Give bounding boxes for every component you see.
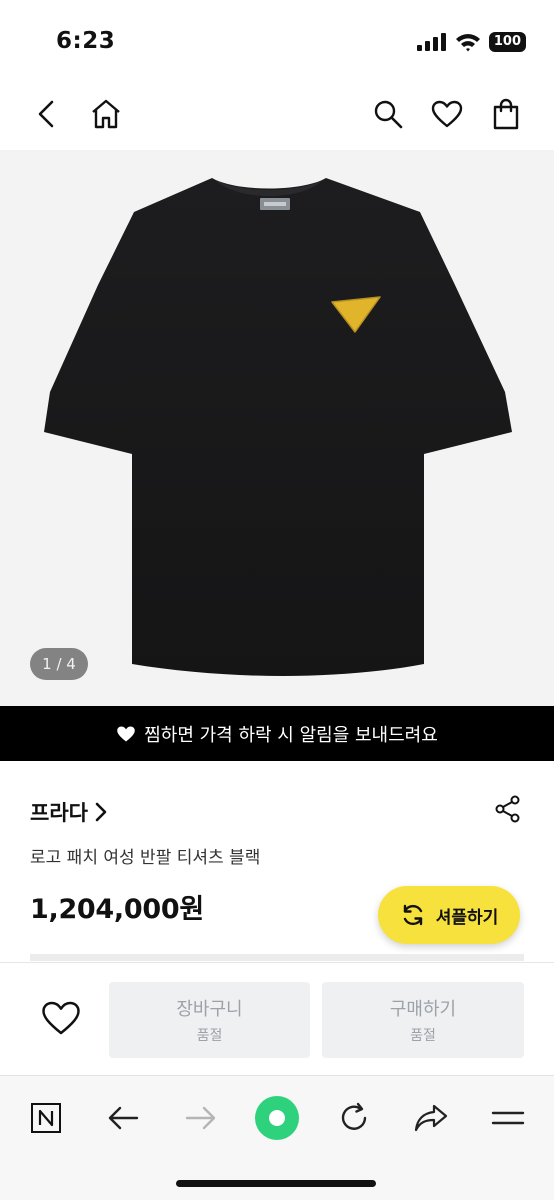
shuffle-label: 셔플하기 [435, 907, 499, 928]
cart-label: 장바구니 [176, 999, 243, 1020]
status-time: 6:23 [56, 28, 116, 54]
product-name: 로고 패치 여성 반팔 티셔츠 블랙 [30, 848, 261, 868]
tshirt-image [44, 178, 512, 676]
product-info: 프라다 로고 패치 여성 반팔 티셔츠 블랙 1,204,000원 셔플하기 [0, 761, 554, 961]
wishlist-heart-button[interactable] [36, 993, 86, 1043]
green-dot-button[interactable] [253, 1094, 301, 1142]
wish-price-alert-banner: 찜하면 가격 하락 시 알림을 보내드려요 [0, 706, 554, 761]
reload-button[interactable] [330, 1094, 378, 1142]
status-icons: 100 [416, 32, 526, 52]
section-divider [30, 954, 524, 961]
search-icon [374, 100, 403, 129]
search-button[interactable] [366, 92, 410, 136]
buy-now-button[interactable]: 구매하기 품절 [322, 982, 524, 1058]
menu-icon [491, 1111, 525, 1125]
menu-button[interactable] [484, 1094, 532, 1142]
brand-name: 프라다 [30, 801, 88, 825]
home-icon [92, 99, 120, 129]
home-indicator [176, 1180, 376, 1187]
arrow-right-icon [185, 1106, 216, 1130]
add-to-cart-button[interactable]: 장바구니 품절 [109, 982, 310, 1058]
image-counter: 1 / 4 [30, 648, 88, 680]
refresh-icon [403, 904, 422, 926]
shopping-bag-button[interactable] [484, 92, 528, 136]
status-bar: 6:23 100 [0, 0, 554, 80]
purchase-action-bar: 장바구니 품절 구매하기 품절 [0, 962, 554, 1074]
share-arrow-icon [414, 1104, 448, 1132]
browser-back-button[interactable] [99, 1094, 147, 1142]
signal-icon [416, 33, 446, 51]
shopping-bag-icon [493, 98, 519, 130]
brand-link[interactable]: 프라다 [30, 797, 108, 827]
shuffle-button[interactable]: 셔플하기 [378, 886, 520, 944]
buy-label: 구매하기 [389, 999, 457, 1020]
home-button[interactable] [84, 92, 128, 136]
cart-soldout-status: 품절 [196, 1028, 223, 1044]
reload-icon [341, 1102, 367, 1130]
wishlist-button[interactable] [425, 92, 469, 136]
share-page-button[interactable] [407, 1094, 455, 1142]
product-price: 1,204,000원 [30, 894, 204, 925]
naver-n-icon [31, 1103, 61, 1133]
naver-home-button[interactable] [22, 1094, 70, 1142]
share-button[interactable] [490, 791, 526, 827]
product-image[interactable] [0, 150, 554, 706]
share-icon [495, 795, 520, 823]
heart-icon [431, 100, 463, 128]
heart-outline-icon [42, 1001, 80, 1035]
wifi-icon [455, 34, 480, 52]
chevron-right-icon [95, 802, 107, 822]
heart-filled-icon [117, 726, 135, 741]
back-button[interactable] [25, 92, 69, 136]
battery-indicator: 100 [488, 32, 526, 52]
browser-forward-button[interactable] [177, 1094, 225, 1142]
back-icon [38, 100, 54, 128]
banner-text: 찜하면 가격 하락 시 알림을 보내드려요 [144, 724, 438, 746]
buy-soldout-status: 품절 [410, 1028, 436, 1044]
arrow-left-icon [108, 1106, 139, 1130]
green-dot-icon [255, 1096, 299, 1140]
top-nav [0, 80, 554, 146]
